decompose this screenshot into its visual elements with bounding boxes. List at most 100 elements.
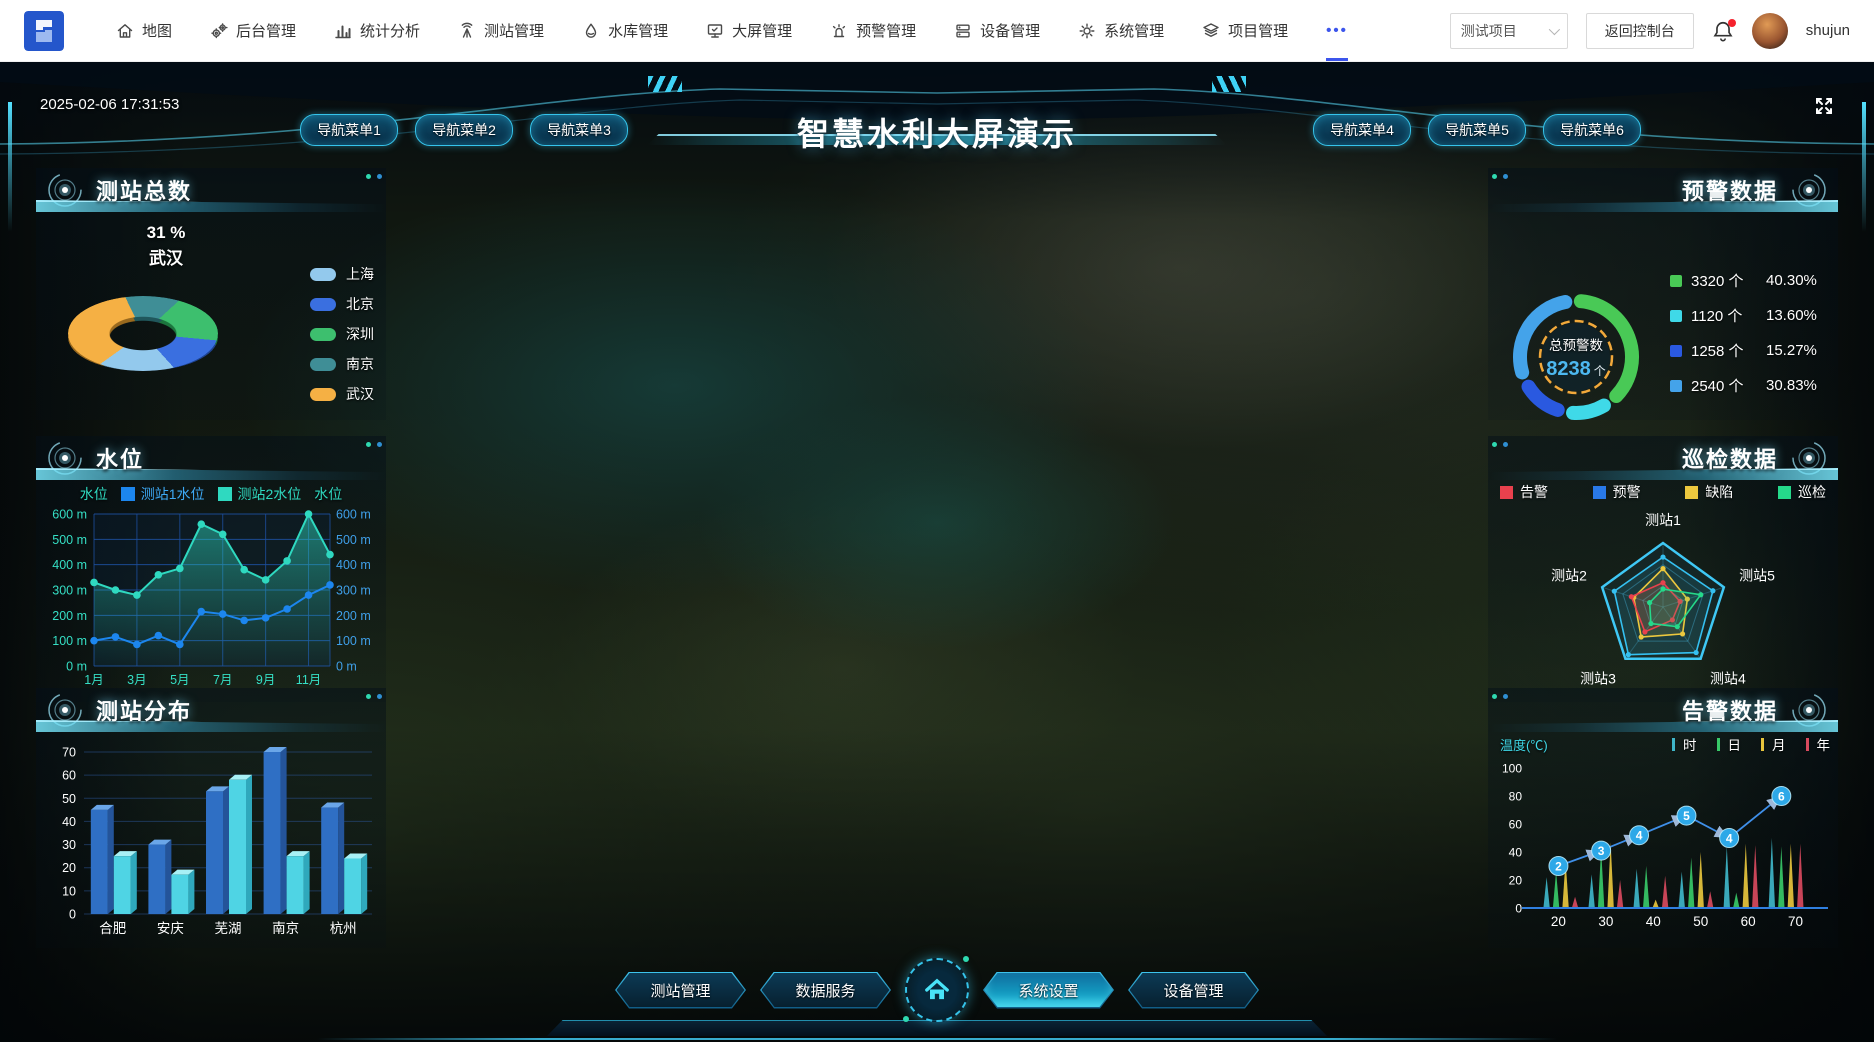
legend-swatch [310, 387, 336, 401]
bottom-nav-home-button[interactable] [903, 956, 969, 1022]
legend-item[interactable]: 1120 个 13.60% [1670, 305, 1830, 326]
nav-menu-button-6[interactable]: 导航菜单6 [1543, 114, 1641, 146]
home-icon [117, 23, 133, 38]
nav-item-screen-mgmt[interactable]: 大屏管理 [706, 0, 792, 61]
nav-item-reservoir-mgmt[interactable]: 水库管理 [582, 0, 668, 61]
panel-header: 预警数据 [1488, 168, 1838, 212]
fullscreen-button[interactable] [1812, 94, 1836, 118]
legend-item[interactable]: 测站1水位 [120, 484, 205, 504]
svg-text:70: 70 [1788, 914, 1803, 929]
panel-corner-dots [366, 442, 382, 447]
nav-item-more[interactable]: ••• [1326, 0, 1348, 61]
panel-header: 水位 [36, 436, 386, 480]
inspection-radar-chart: 测站1 测站2 测站3 测站4 测站5 [1494, 506, 1832, 702]
nav-item-label: 项目管理 [1228, 23, 1289, 40]
layers-icon [1203, 22, 1219, 37]
pie-legend: 上海 北京 深圳 南京 武汉 [310, 264, 374, 404]
legend-item[interactable]: 武汉 [310, 384, 374, 404]
legend-item[interactable]: 告警 [1500, 482, 1548, 502]
more-dots-icon: ••• [1326, 22, 1348, 39]
nav-menu-button-1[interactable]: 导航菜单1 [300, 114, 398, 146]
svg-text:4: 4 [1636, 829, 1643, 843]
svg-text:200 m: 200 m [336, 609, 371, 623]
top-navbar: 地图 后台管理 统计分析 测站管理 水库管理 大屏管理 预警管理 设备管理 系统… [0, 0, 1874, 62]
nav-menu-button-5[interactable]: 导航菜单5 [1428, 114, 1526, 146]
panel-title-swoosh [1488, 468, 1838, 480]
alarm-chart-header: 温度(℃) 时 日 月 年 [1500, 732, 1830, 756]
legend-item[interactable]: 2540 个 30.83% [1670, 375, 1830, 396]
panel-station-distribution: 测站分布 0 10 20 30 40 50 60 70 合肥 安庆 芜湖 南京 杭州 [36, 688, 386, 948]
nav-menu-button-3[interactable]: 导航菜单3 [530, 114, 628, 146]
water-level-body: 水位 测站1水位 测站2水位 水位 600 m 600 m 500 m 500 m 40… [36, 480, 386, 702]
svg-text:杭州: 杭州 [330, 921, 357, 936]
project-select[interactable]: 测试项目 [1449, 12, 1568, 49]
svg-text:0 m: 0 m [66, 660, 87, 674]
panel-title-swoosh [1488, 720, 1838, 732]
svg-text:4: 4 [1726, 832, 1733, 846]
project-select-value: 测试项目 [1460, 22, 1517, 39]
user-avatar[interactable] [1751, 12, 1788, 49]
panel-corner-dots [1492, 442, 1508, 447]
svg-text:安庆: 安庆 [157, 921, 184, 936]
app-logo[interactable] [24, 10, 64, 51]
legend-item[interactable]: 缺陷 [1685, 482, 1733, 502]
nav-item-statistics[interactable]: 统计分析 [334, 0, 420, 61]
bottom-nav-data-service[interactable]: 数据服务 [760, 972, 891, 1009]
bottom-nav-station-mgmt[interactable]: 测站管理 [615, 972, 746, 1009]
legend-item[interactable]: 预警 [1592, 482, 1641, 502]
legend-item[interactable]: 测站2水位 [217, 484, 301, 504]
nav-item-map[interactable]: 地图 [116, 0, 172, 61]
legend-swatch [1716, 737, 1720, 751]
server-icon [956, 24, 970, 37]
nav-item-warning-mgmt[interactable]: 预警管理 [830, 0, 916, 61]
legend-swatch [310, 267, 336, 281]
svg-text:60: 60 [1509, 818, 1523, 832]
panel-title-swoosh [1488, 200, 1838, 212]
nav-menu-button-2[interactable]: 导航菜单2 [415, 114, 513, 146]
legend-swatch [1592, 485, 1606, 499]
svg-text:600 m: 600 m [52, 508, 87, 522]
nav-item-label: 统计分析 [360, 23, 421, 40]
legend-item[interactable]: 上海 [310, 264, 374, 284]
svg-text:10: 10 [62, 884, 76, 898]
nav-item-device-mgmt[interactable]: 设备管理 [954, 0, 1040, 61]
svg-text:2: 2 [1555, 860, 1562, 874]
legend-item[interactable]: 南京 [310, 354, 374, 374]
panel-inspection-data: 巡检数据 告警 预警 缺陷 巡检 测站1 测站2 测站3 测站4 测站5 [1488, 436, 1838, 702]
svg-text:100 m: 100 m [336, 634, 371, 648]
header-slash-decor-left [648, 76, 682, 92]
legend-item[interactable]: 时 [1672, 734, 1697, 754]
legend-item[interactable]: 北京 [310, 294, 374, 314]
nav-item-project-mgmt[interactable]: 项目管理 [1202, 0, 1288, 61]
legend-swatch [1761, 737, 1764, 751]
svg-text:5: 5 [1683, 809, 1690, 823]
warning-legend: 3320 个 40.30% 1120 个 13.60% 1258 个 15.27% 2… [1670, 270, 1830, 396]
chart-canvas: 测站1 测站2 测站3 测站4 测站5 [1551, 512, 1775, 687]
nav-menu-button-4[interactable]: 导航菜单4 [1313, 114, 1411, 146]
legend-item[interactable]: 日 [1716, 734, 1741, 754]
legend-item[interactable]: 3320 个 40.30% [1670, 270, 1830, 291]
panel-alarm-data: 告警数据 温度(℃) 时 日 月 年 100 80 60 40 20 0 20 30 40 50 6… [1488, 688, 1838, 948]
nav-item-system-mgmt[interactable]: 系统管理 [1078, 0, 1164, 61]
legend-item[interactable]: 巡检 [1777, 482, 1826, 502]
svg-text:3月: 3月 [127, 673, 146, 687]
notification-bell-icon[interactable] [1712, 18, 1736, 42]
panel-title: 测站分布 [96, 699, 193, 724]
legend-item[interactable]: 月 [1761, 734, 1786, 754]
legend-swatch [1670, 379, 1682, 392]
nav-item-backend-admin[interactable]: 后台管理 [210, 0, 296, 61]
bottom-nav-device-mgmt[interactable]: 设备管理 [1128, 972, 1259, 1009]
header-nav-buttons-left: 导航菜单1 导航菜单2 导航菜单3 [300, 114, 628, 146]
legend-item[interactable]: 深圳 [310, 324, 374, 344]
bottom-nav-system-settings[interactable]: 系统设置 [983, 972, 1114, 1009]
svg-text:测站5: 测站5 [1739, 567, 1775, 583]
svg-text:300 m: 300 m [336, 584, 371, 598]
warning-data-body: 总预警数 8238 个 3320 个 40.30% 1120 个 13.60% 125… [1488, 212, 1838, 420]
inspection-data-body: 告警 预警 缺陷 巡检 测站1 测站2 测站3 测站4 测站5 [1488, 480, 1838, 702]
back-to-console-button[interactable]: 返回控制台 [1585, 12, 1694, 49]
legend-item[interactable]: 1258 个 15.27% [1670, 340, 1830, 361]
nav-item-station-mgmt[interactable]: 测站管理 [458, 0, 544, 61]
svg-text:60: 60 [62, 769, 76, 783]
svg-text:40: 40 [62, 815, 76, 829]
legend-item[interactable]: 年 [1805, 734, 1830, 754]
